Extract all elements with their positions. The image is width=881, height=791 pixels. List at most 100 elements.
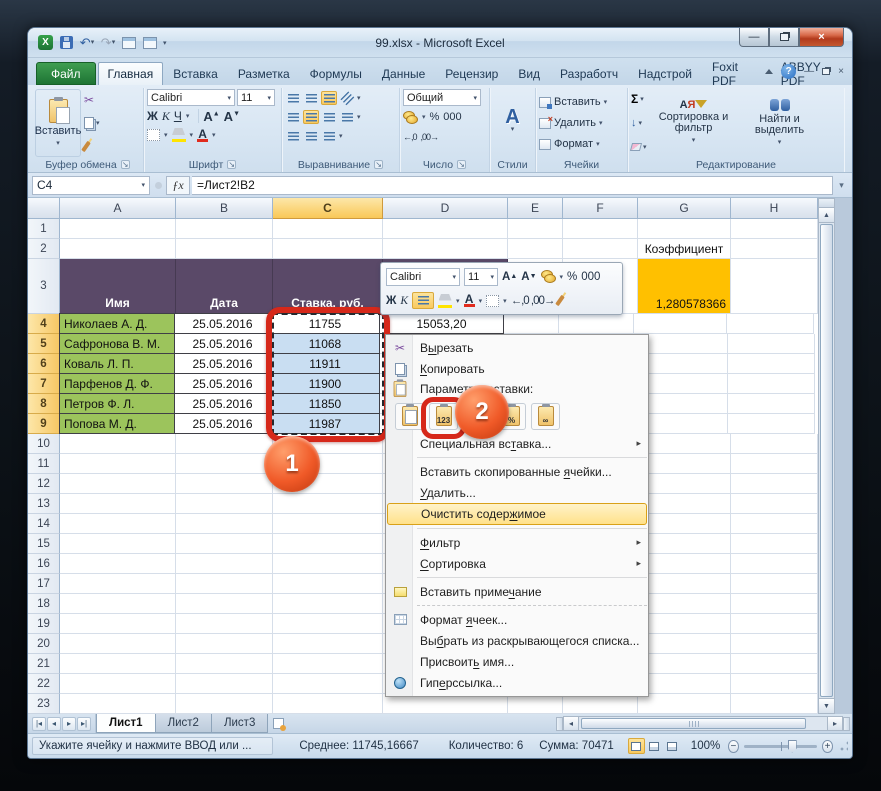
cell-B18[interactable] (176, 594, 273, 614)
cell-A20[interactable] (60, 634, 176, 654)
menu-item-вырезать[interactable]: ✂ Вырезать (387, 337, 647, 358)
cell-B10[interactable] (176, 434, 273, 454)
cell-A2[interactable] (60, 239, 176, 259)
dialog-launcher-icon[interactable]: ↘ (374, 160, 384, 169)
insert-worksheet-button[interactable] (267, 714, 289, 733)
cell-A7[interactable]: Парфенов Д. Ф. (59, 373, 175, 394)
column-header-G[interactable]: G (638, 198, 731, 219)
cell-A8[interactable]: Петров Ф. Л. (59, 393, 175, 414)
cell-H4[interactable] (727, 314, 814, 334)
cell-C2[interactable] (273, 239, 383, 259)
zoom-slider-thumb[interactable] (787, 739, 797, 753)
mini-borders-button[interactable] (486, 294, 500, 307)
cell-B21[interactable] (176, 654, 273, 674)
cell-G15[interactable] (638, 534, 731, 554)
cell-A11[interactable] (60, 454, 176, 474)
row-header-13[interactable]: 13 (28, 494, 60, 514)
cell-C3[interactable]: Ставка, руб. (273, 259, 383, 314)
cell-B7[interactable]: 25.05.2016 (174, 373, 271, 394)
delete-cells-button[interactable]: Удалить▾ (539, 114, 624, 132)
cell-F2[interactable] (563, 239, 638, 259)
cell-H3[interactable] (731, 259, 818, 314)
cell-D2[interactable] (383, 239, 508, 259)
tab-надстрой[interactable]: Надстрой (628, 62, 702, 85)
cell-H19[interactable] (731, 614, 818, 634)
mini-shrink-font-button[interactable]: А ▼ (521, 271, 536, 283)
cell-A14[interactable] (60, 514, 176, 534)
mini-accounting-icon[interactable] (540, 270, 556, 283)
clear-button[interactable]: ▾ (629, 139, 647, 155)
dialog-launcher-icon[interactable]: ↘ (120, 160, 130, 169)
cell-A4[interactable]: Николаев А. Д. (59, 313, 175, 334)
dialog-launcher-icon[interactable]: ↘ (227, 160, 237, 169)
tab-разработч[interactable]: Разработч (550, 62, 628, 85)
cell-A21[interactable] (60, 654, 176, 674)
cell-G19[interactable] (638, 614, 731, 634)
menu-item-сортировка[interactable]: Сортировка ▸ (387, 553, 647, 574)
page-break-view-button[interactable] (664, 738, 681, 754)
cell-G13[interactable] (638, 494, 731, 514)
menu-item-формат-ячеек[interactable]: Формат ячеек... (387, 609, 647, 630)
expand-formula-bar-icon[interactable]: ▾ (835, 180, 848, 191)
zoom-slider[interactable] (743, 739, 818, 753)
insert-function-button[interactable]: ƒx (166, 175, 190, 195)
mini-grow-font-button[interactable]: А ▲ (502, 271, 517, 283)
cell-C22[interactable] (273, 674, 383, 694)
grow-font-button[interactable]: А▲ (203, 109, 219, 124)
cell-G16[interactable] (638, 554, 731, 574)
align-left-button[interactable] (285, 110, 301, 124)
cell-H5[interactable] (728, 334, 815, 354)
row-header-7[interactable]: 7 (28, 374, 60, 394)
scroll-down-icon[interactable]: ▼ (819, 698, 834, 713)
row-header-18[interactable]: 18 (28, 594, 60, 614)
cell-H20[interactable] (731, 634, 818, 654)
cell-H12[interactable] (731, 474, 818, 494)
mini-fill-color-button[interactable] (438, 293, 453, 308)
row-header-4[interactable]: 4 (28, 314, 60, 334)
cell-G11[interactable] (638, 454, 731, 474)
row-header-2[interactable]: 2 (28, 239, 60, 259)
menu-item-копировать[interactable]: Копировать (387, 358, 647, 379)
mini-comma-button[interactable]: 000 (581, 271, 600, 283)
number-format-select[interactable]: Общий ▾ (403, 89, 481, 106)
cell-G2[interactable]: Коэффициент (638, 239, 731, 259)
merge-center-button[interactable] (339, 110, 355, 124)
cell-C18[interactable] (273, 594, 383, 614)
row-header-21[interactable]: 21 (28, 654, 60, 674)
column-header-B[interactable]: B (176, 198, 273, 219)
row-header-15[interactable]: 15 (28, 534, 60, 554)
font-color-button[interactable]: А (197, 128, 209, 142)
cell-B9[interactable]: 25.05.2016 (174, 413, 271, 434)
borders-button[interactable] (147, 129, 160, 141)
column-header-H[interactable]: H (731, 198, 818, 219)
cell-F1[interactable] (563, 219, 638, 239)
menu-item-вставить-скопированные-ячейки[interactable]: Вставить скопированные ячейки... (387, 461, 647, 482)
dialog-launcher-icon[interactable]: ↘ (457, 160, 467, 169)
cell-D1[interactable] (383, 219, 508, 239)
cell-G12[interactable] (638, 474, 731, 494)
bold-button[interactable]: Ж (147, 109, 158, 123)
row-header-8[interactable]: 8 (28, 394, 60, 414)
last-sheet-icon[interactable]: ▸| (77, 716, 91, 731)
first-sheet-icon[interactable]: |◂ (32, 716, 46, 731)
mini-font-name-select[interactable]: Calibri ▾ (386, 267, 460, 286)
menu-item-гиперссылка[interactable]: Гиперссылка... (387, 672, 647, 693)
tab-разметка[interactable]: Разметка (228, 62, 300, 85)
cell-G22[interactable] (638, 674, 731, 694)
sort-filter-button[interactable]: АЯ Сортировка и фильтр ▾ (650, 89, 738, 157)
row-header-12[interactable]: 12 (28, 474, 60, 494)
cell-B19[interactable] (176, 614, 273, 634)
paste-icon[interactable] (395, 402, 424, 430)
fill-button[interactable]: ↓ ▾ (631, 115, 647, 131)
cell-B14[interactable] (176, 514, 273, 534)
align-right-button[interactable] (321, 110, 337, 124)
cell-C16[interactable] (273, 554, 383, 574)
cell-F4[interactable] (559, 314, 634, 334)
cell-B6[interactable]: 25.05.2016 (174, 353, 271, 374)
cell-E2[interactable] (508, 239, 563, 259)
mini-percent-button[interactable]: % (567, 271, 577, 283)
horizontal-scroll-thumb[interactable] (581, 718, 806, 729)
mini-font-size-select[interactable]: 11 ▾ (464, 267, 498, 286)
cell-B5[interactable]: 25.05.2016 (174, 333, 271, 354)
row-header-11[interactable]: 11 (28, 454, 60, 474)
